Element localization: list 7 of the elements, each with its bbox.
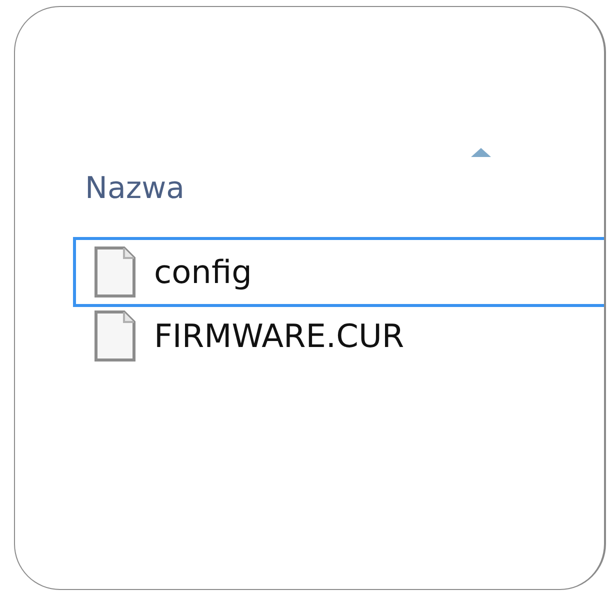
file-name: FIRMWARE.CUR [154,317,404,355]
file-row[interactable]: config [73,237,604,307]
column-header[interactable]: Nazwa [85,172,184,206]
file-icon [94,246,136,298]
file-icon [94,310,136,362]
file-name: config [154,253,252,291]
sort-arrow-icon[interactable] [469,145,493,159]
